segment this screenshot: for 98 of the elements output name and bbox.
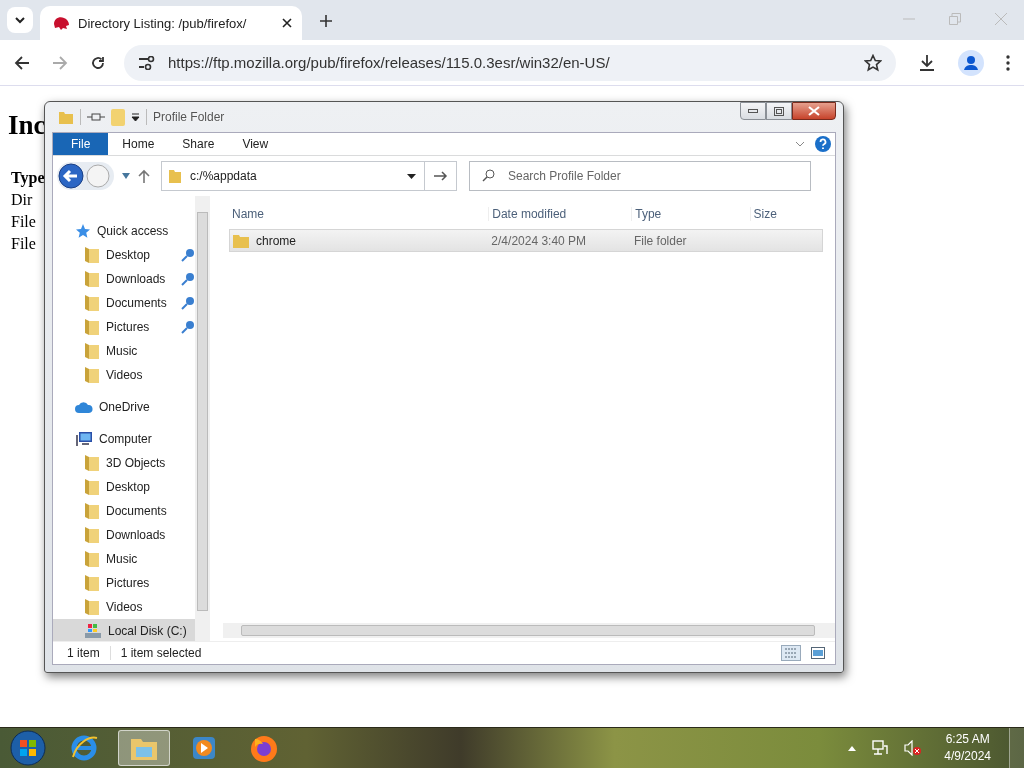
minimize-icon <box>748 109 758 113</box>
nav-item[interactable]: Quick access <box>53 219 195 243</box>
nav-item[interactable]: Pictures <box>53 571 195 595</box>
folder-icon <box>233 233 249 248</box>
folder-icon <box>84 270 100 288</box>
large-icons-view-icon[interactable] <box>811 647 825 659</box>
address-bar[interactable]: https://ftp.mozilla.org/pub/firefox/releases/115.0.3esr/win32/en-US/ <box>124 44 896 81</box>
back-icon[interactable] <box>14 54 30 71</box>
column-header[interactable]: Date modified <box>488 207 632 221</box>
nav-item[interactable]: Desktop <box>53 475 195 499</box>
tab-search-button[interactable] <box>7 7 33 33</box>
nav-item[interactable]: Documents <box>53 291 195 315</box>
cloud-icon <box>75 401 93 413</box>
help-icon[interactable] <box>815 136 831 152</box>
drive-icon <box>84 623 102 639</box>
nav-item[interactable]: OneDrive <box>53 395 195 419</box>
folder-icon <box>84 454 100 472</box>
reload-icon[interactable] <box>90 54 106 71</box>
up-arrow-icon[interactable] <box>138 169 150 183</box>
nav-item[interactable]: Local Disk (C:) <box>53 619 195 641</box>
browser-icon <box>69 733 99 763</box>
maximize-icon <box>774 106 784 116</box>
back-icon[interactable] <box>58 163 84 189</box>
folder-icon <box>84 502 100 520</box>
folder-icon <box>84 574 100 592</box>
nav-item[interactable]: Downloads <box>53 267 195 291</box>
chevron-icon <box>14 14 26 26</box>
status-text: 1 item <box>67 646 100 660</box>
chevron-icon[interactable] <box>795 141 805 147</box>
window-title: Profile Folder <box>153 110 225 124</box>
folder-icon <box>84 294 100 312</box>
close-icon <box>808 106 820 116</box>
arrow-icon <box>433 171 448 181</box>
play-icon <box>191 735 217 761</box>
table-cell-text: File <box>11 234 36 254</box>
nav-item[interactable]: Music <box>53 547 195 571</box>
nav-item[interactable]: Desktop <box>53 243 195 267</box>
muted-speaker-icon[interactable] <box>904 740 923 756</box>
new-tab-icon[interactable] <box>320 15 332 27</box>
folder-icon <box>84 318 100 336</box>
star-icon <box>75 223 91 239</box>
menu-icon[interactable] <box>1006 54 1010 71</box>
network-icon[interactable] <box>872 740 889 756</box>
column-header[interactable]: Type <box>631 207 750 221</box>
folder-icon <box>84 526 100 544</box>
ribbon-tab[interactable]: Share <box>168 133 229 155</box>
nav-item[interactable]: Music <box>53 339 195 363</box>
dropdown-icon[interactable] <box>131 112 140 122</box>
folder-icon <box>84 342 100 360</box>
file-row[interactable]: chrome 2/4/2024 3:40 PM File folder <box>229 229 823 252</box>
close-icon[interactable] <box>282 18 292 28</box>
ribbon-tab[interactable]: View <box>228 133 283 155</box>
nav-item[interactable]: Videos <box>53 595 195 619</box>
column-header[interactable]: Name <box>229 207 489 221</box>
show-desktop-button[interactable] <box>1009 728 1024 768</box>
scrollbar[interactable] <box>195 196 210 641</box>
table-cell-text: File <box>11 212 36 232</box>
show-hidden-icons-icon[interactable] <box>848 745 857 751</box>
ribbon-tab[interactable]: File <box>53 133 109 155</box>
folder-icon <box>84 246 100 264</box>
start-button[interactable] <box>10 730 46 766</box>
folder-icon <box>168 168 182 184</box>
address-field[interactable]: c:/%appdata <box>161 161 425 191</box>
minimize-button[interactable] <box>740 102 766 120</box>
dropdown-icon[interactable] <box>407 173 416 179</box>
page-heading: Inc <box>8 110 46 141</box>
status-text: 1 item selected <box>109 646 202 660</box>
table-cell-text: Dir <box>11 190 33 210</box>
nav-item[interactable]: 3D Objects <box>53 451 195 475</box>
scrollbar[interactable] <box>223 623 835 638</box>
search-icon <box>482 169 495 182</box>
nav-item[interactable]: Computer <box>53 427 195 451</box>
browser-icon <box>249 733 279 763</box>
monitor-icon <box>75 431 93 447</box>
ribbon-tab[interactable]: Home <box>108 133 169 155</box>
folder-icon <box>58 109 74 125</box>
maximize-button[interactable] <box>766 102 792 120</box>
profile-icon[interactable] <box>958 49 984 76</box>
nav-item[interactable]: Videos <box>53 363 195 387</box>
column-header[interactable]: Size <box>749 207 823 221</box>
star-icon[interactable] <box>864 53 882 72</box>
folder-icon <box>84 598 100 616</box>
nav-item[interactable]: Pictures <box>53 315 195 339</box>
folder-icon <box>84 550 100 568</box>
close-button[interactable] <box>792 102 836 120</box>
download-icon[interactable] <box>918 53 936 72</box>
column-header: Type <box>11 168 45 189</box>
clock-time: 6:25 AM <box>945 731 990 748</box>
folder-icon <box>84 366 100 384</box>
tab-title: Directory Listing: /pub/firefox/ <box>78 15 248 31</box>
browser-tab[interactable]: Directory Listing: /pub/firefox/ <box>40 6 302 40</box>
site-settings-icon[interactable] <box>138 55 156 70</box>
nav-item[interactable]: Documents <box>53 499 195 523</box>
go-button[interactable] <box>425 161 457 191</box>
search-field[interactable]: Search Profile Folder <box>469 161 811 191</box>
folder-icon <box>84 478 100 496</box>
clock-date: 4/9/2024 <box>944 748 991 765</box>
nav-item[interactable]: Downloads <box>53 523 195 547</box>
